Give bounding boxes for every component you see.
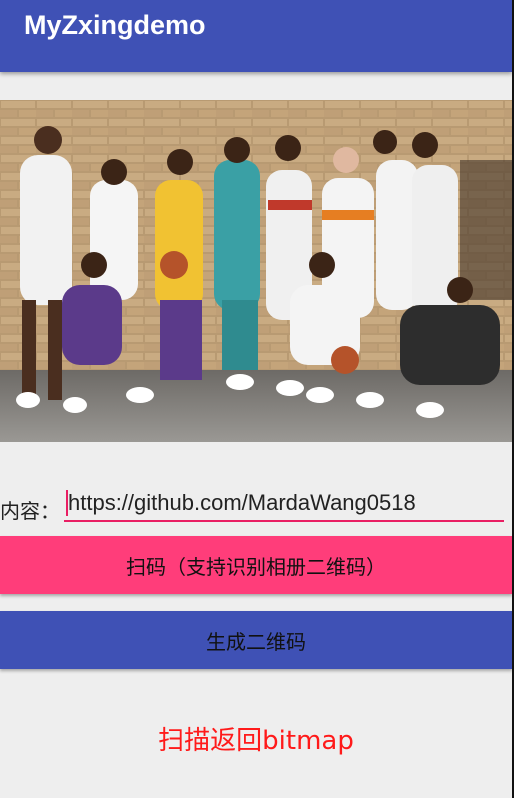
content-row: 内容： bbox=[0, 486, 512, 528]
scan-button[interactable]: 扫码（支持识别相册二维码） bbox=[0, 536, 512, 594]
app-bar: MyZxingdemo bbox=[0, 0, 512, 72]
scan-result-text: 扫描返回bitmap bbox=[158, 726, 354, 756]
app-title: MyZxingdemo bbox=[24, 10, 206, 40]
text-cursor bbox=[66, 490, 68, 516]
content-input[interactable] bbox=[64, 486, 504, 522]
generate-qrcode-button[interactable]: 生成二维码 bbox=[0, 611, 512, 669]
team-photo bbox=[0, 100, 512, 442]
photo-image bbox=[0, 100, 512, 442]
content-label: 内容： bbox=[0, 499, 60, 523]
